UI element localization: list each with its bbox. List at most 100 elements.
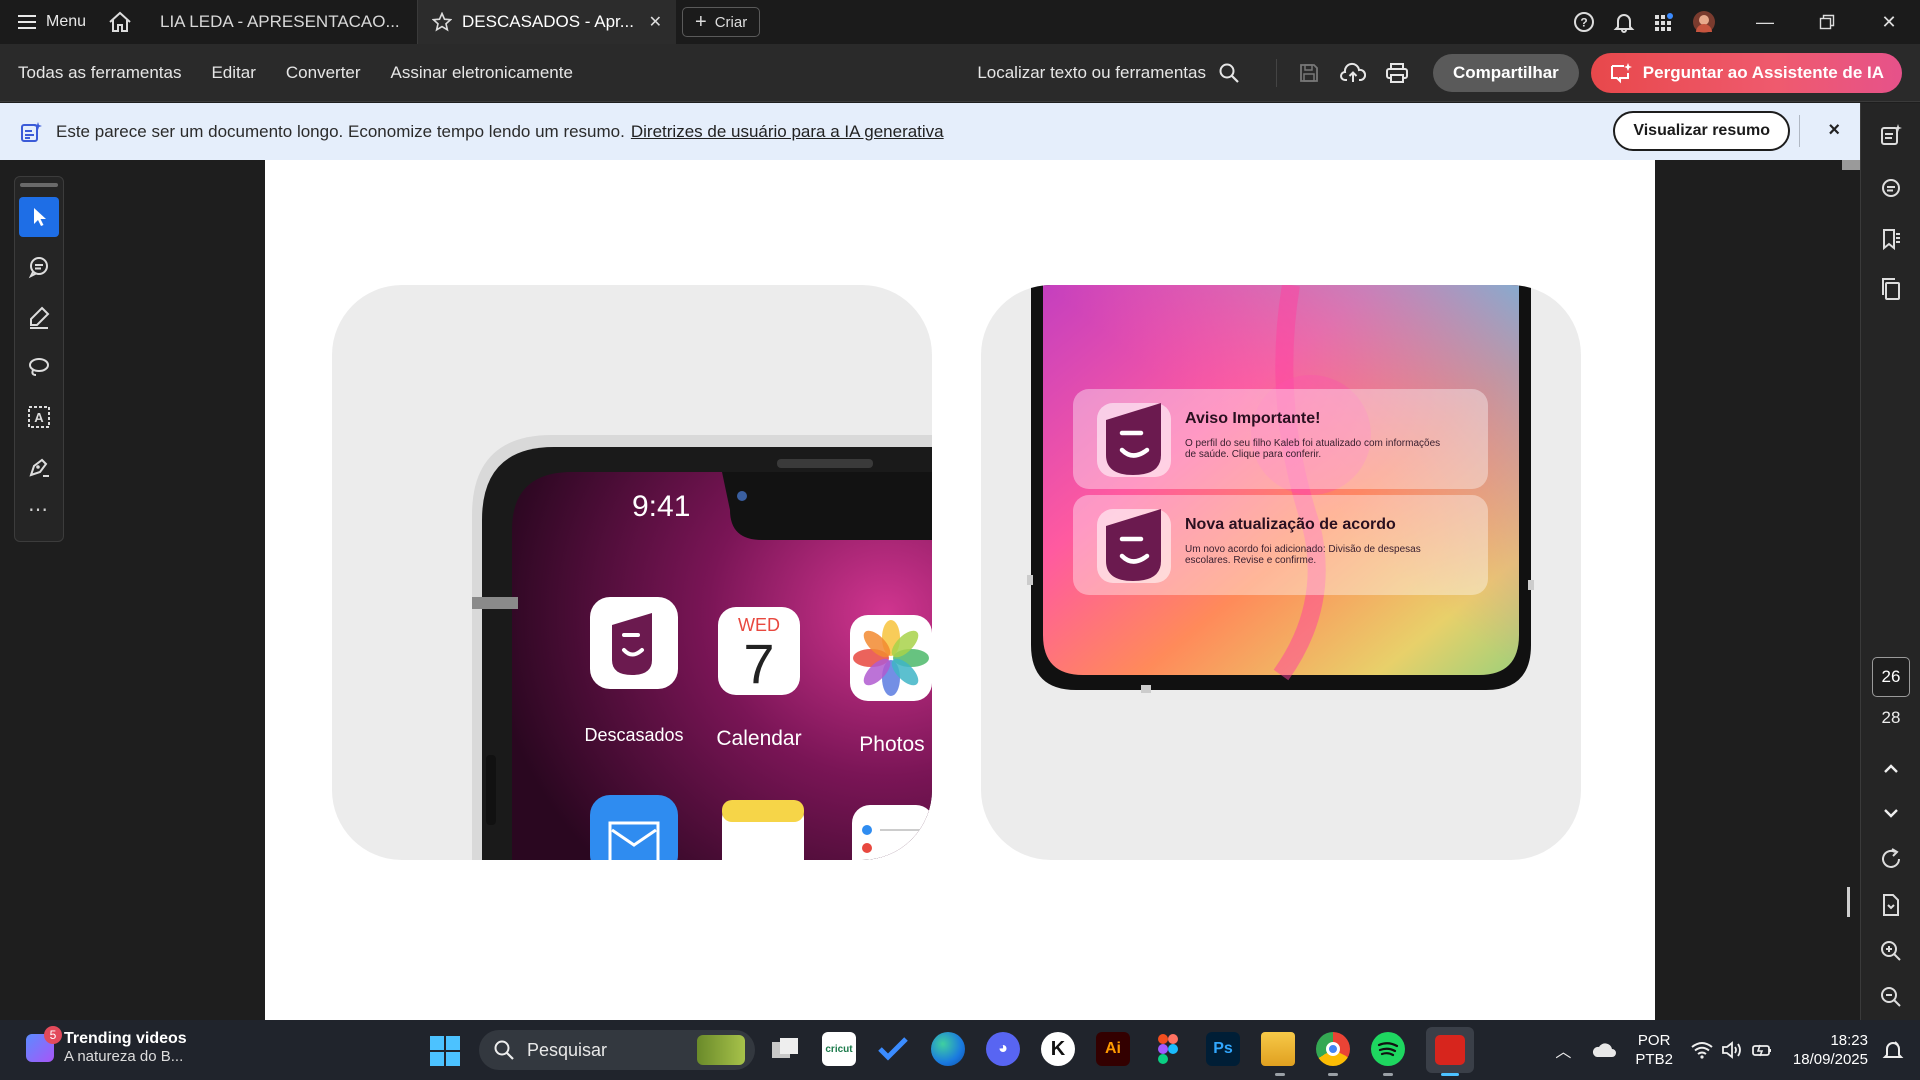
create-button[interactable]: + Criar [682,7,761,37]
restore-button[interactable] [1796,0,1858,44]
tab-lia-leda[interactable]: LIA LEDA - APRESENTACAO... [146,0,418,44]
show-hidden-icons[interactable]: ︿ [1555,1038,1571,1062]
onedrive-cloud-icon[interactable] [1591,1041,1617,1059]
acrobat-icon[interactable] [1426,1027,1474,1073]
notification-1-title: Aviso Importante! [1185,410,1321,427]
battery-icon[interactable] [1751,1041,1773,1059]
widget-badge: 5 [44,1025,62,1044]
comments-panel-button[interactable] [1861,171,1920,207]
rail-drag-handle[interactable] [20,183,58,187]
hamburger-icon [18,15,36,29]
upload-cloud-button[interactable] [1331,53,1375,93]
figma-glyph [1158,1034,1178,1064]
print-button[interactable] [1375,53,1419,93]
todo-icon[interactable] [876,1032,910,1066]
ai-summary-panel-button[interactable] [1861,117,1920,153]
notification-center-icon[interactable] [1882,1039,1904,1061]
help-icon: ? [1574,12,1594,32]
clock[interactable]: 18:23 18/09/2025 [1793,1031,1868,1069]
ai-assistant-button[interactable]: Perguntar ao Assistente de IA [1590,53,1902,93]
next-page-button[interactable] [1861,795,1920,831]
pages-icon [1882,278,1900,300]
lasso-icon [29,358,49,376]
zoom-out-button[interactable] [1861,979,1920,1015]
home-icon [109,11,131,32]
k-app-icon[interactable]: K [1041,1032,1075,1066]
spotify-icon[interactable] [1371,1032,1405,1066]
notification-1-body-line1: O perfil do seu filho Kaleb foi atualiza… [1185,438,1441,449]
figma-icon[interactable] [1151,1032,1185,1066]
phone-homescreen-card: 9:41 WED 7 Descasados Calendar Photos [332,285,932,860]
close-tab-icon[interactable]: ✕ [649,12,662,32]
file-explorer-icon[interactable] [1261,1032,1295,1066]
search-icon [1219,63,1239,83]
highlight-tool[interactable] [19,297,59,337]
notification-1-body-line2: de saúde. Clique para conferir. [1185,449,1322,460]
scrollbar-thumb[interactable] [1842,160,1860,170]
cricut-icon[interactable]: cricut [822,1032,856,1066]
rotate-button[interactable] [1861,841,1920,877]
draw-tool[interactable] [19,347,59,387]
toolbar-convert[interactable]: Converter [271,63,376,83]
discord-icon[interactable]: ◕ [986,1032,1020,1066]
taskbar-search[interactable]: Pesquisar [479,1030,755,1070]
find-text-tools[interactable]: Localizar texto ou ferramentas [977,62,1240,84]
svg-text:A: A [34,410,44,425]
page-display-button[interactable] [1861,887,1920,923]
notifications-button[interactable] [1604,11,1644,33]
notification-1[interactable]: Aviso Importante! O perfil do seu filho … [1185,410,1485,460]
toolbar-all-tools[interactable]: Todas as ferramentas [0,63,196,83]
widget-title: Trending videos [64,1030,187,1047]
zoom-in-button[interactable] [1861,933,1920,969]
notification-2[interactable]: Nova atualização de acordo Um novo acord… [1185,516,1485,566]
account-avatar[interactable] [1684,10,1724,34]
zoom-in-icon [1881,941,1901,961]
ai-assistant-icon [1610,63,1632,84]
star-icon[interactable] [432,12,452,32]
pages-panel-button[interactable] [1861,271,1920,307]
edge-icon[interactable] [931,1032,965,1066]
windows-start-icon[interactable] [430,1036,460,1066]
app-label-descasados: Descasados [584,725,684,745]
illustrator-icon[interactable]: Ai [1096,1032,1130,1066]
phone-homescreen-illustration [472,435,932,860]
search-label: Pesquisar [527,1039,608,1060]
current-page-input[interactable]: 26 [1872,657,1910,697]
photoshop-icon[interactable]: Ps [1206,1032,1240,1066]
help-button[interactable]: ? [1564,11,1604,33]
tab-descasados[interactable]: DESCASADOS - Apr... ✕ [418,0,676,44]
close-window-button[interactable]: ✕ [1858,0,1920,44]
input-language[interactable]: POR PTB2 [1635,1031,1673,1069]
save-button[interactable] [1287,53,1331,93]
page-settings-icon [1883,894,1899,916]
previous-page-button[interactable] [1861,751,1920,787]
home-button[interactable] [100,11,140,33]
widgets-button[interactable]: 5 Trending videos A natureza do B... [26,1025,187,1065]
menu-button[interactable]: Menu [0,13,100,31]
minimize-button[interactable]: — [1734,0,1796,44]
text-recognition-tool[interactable]: A [19,397,59,437]
share-button[interactable]: Compartilhar [1432,54,1579,92]
page-scroll-indicator[interactable] [1847,887,1850,917]
close-banner-icon[interactable]: × [1828,119,1840,142]
toolbar-esign[interactable]: Assinar eletronicamente [376,63,588,83]
widgets-icon: 5 [26,1025,62,1062]
search-icon [494,1040,514,1060]
cursor-arrow-icon [34,208,46,226]
sign-tool[interactable] [19,447,59,487]
current-page-number: 26 [1881,667,1901,686]
toolbar-edit[interactable]: Editar [196,63,270,83]
chrome-icon[interactable] [1316,1032,1350,1066]
select-tool[interactable] [19,197,59,237]
comment-tool[interactable] [19,247,59,287]
view-summary-button[interactable]: Visualizar resumo [1613,111,1790,151]
more-tools-icon[interactable]: ⋯ [15,497,63,522]
apps-button[interactable] [1644,11,1684,33]
genai-guidelines-link[interactable]: Diretrizes de usuário para a IA generati… [631,122,944,142]
volume-icon[interactable] [1721,1041,1743,1059]
task-view-icon[interactable] [768,1032,802,1066]
comment-icon [28,257,48,279]
tab-label: LIA LEDA - APRESENTACAO... [160,12,400,31]
bookmarks-panel-button[interactable] [1861,221,1920,257]
wifi-icon[interactable] [1691,1041,1713,1059]
